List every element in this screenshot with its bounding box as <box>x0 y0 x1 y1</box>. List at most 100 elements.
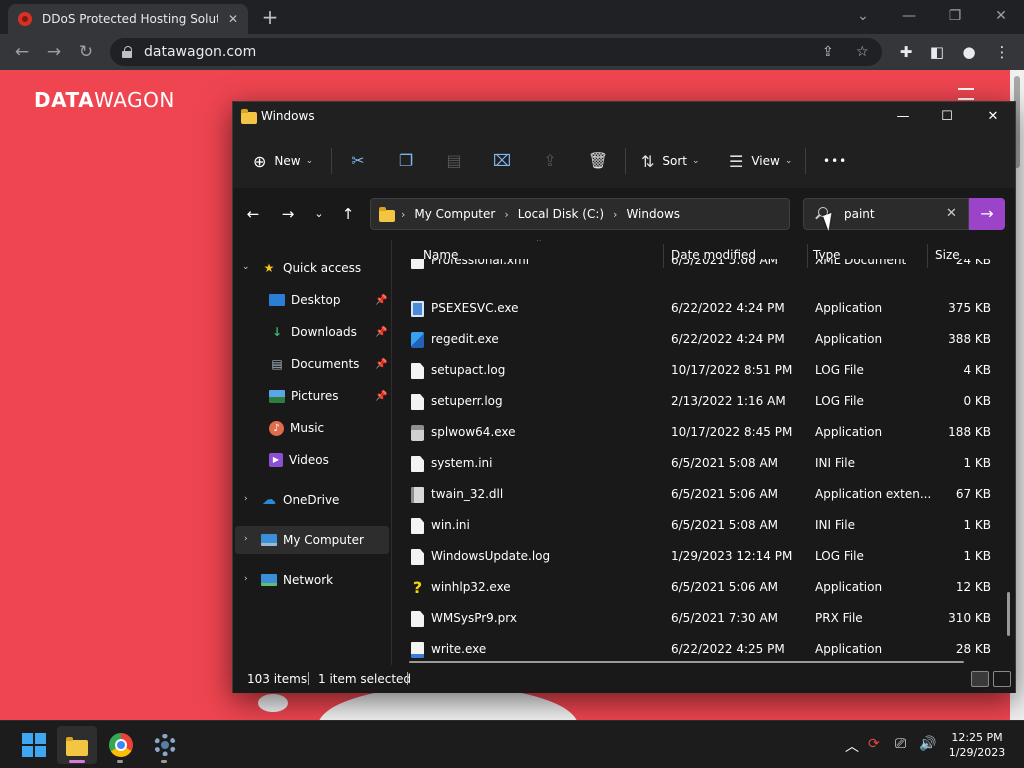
pane-divider[interactable] <box>391 240 392 665</box>
sidebar-item-videos[interactable]: ▶ Videos <box>233 446 389 474</box>
forward-arrow-icon[interactable]: → <box>278 205 298 223</box>
table-row[interactable]: setuperr.log 2/13/2022 1:16 AM LOG File 0 K… <box>403 386 1003 417</box>
sidebar-item-downloads[interactable]: ↓ Downloads 📌 <box>233 318 389 346</box>
recent-locations-chevron-icon[interactable]: ⌄ <box>309 205 329 223</box>
address-bar[interactable]: datawagon.com ⇪ ☆ <box>110 38 882 66</box>
start-button[interactable] <box>12 726 52 764</box>
profile-avatar-icon[interactable]: ● <box>960 43 978 61</box>
chevron-right-icon[interactable]: › <box>504 208 508 221</box>
site-logo[interactable]: DATAWAGON <box>34 88 175 112</box>
new-button[interactable]: ⊕ New ⌄ <box>253 150 313 172</box>
chevron-down-icon[interactable]: ⌄ <box>242 262 250 272</box>
up-arrow-icon[interactable]: ↑ <box>338 205 358 223</box>
sort-button[interactable]: ⇅ Sort ⌄ <box>641 150 700 172</box>
back-arrow-icon[interactable]: ← <box>243 205 263 223</box>
search-go-button[interactable]: → <box>969 198 1005 230</box>
chevron-right-icon[interactable]: › <box>244 574 248 584</box>
table-row[interactable]: WMSysPr9.prx 6/5/2021 7:30 AM PRX File 310 … <box>403 603 1003 634</box>
side-panel-icon[interactable]: ◧ <box>928 43 946 61</box>
copy-icon[interactable]: ❐ <box>395 150 417 172</box>
sidebar-item-pictures[interactable]: Pictures 📌 <box>233 382 389 410</box>
rename-icon[interactable]: ⌧ <box>491 150 513 172</box>
table-row[interactable]: splwow64.exe 10/17/2022 8:45 PM Applicatio… <box>403 417 1003 448</box>
new-tab-button[interactable]: + <box>258 5 282 29</box>
more-options-button[interactable]: ••• <box>823 150 847 172</box>
sidebar-item-desktop[interactable]: Desktop 📌 <box>233 286 389 314</box>
sort-label: Sort <box>662 154 688 168</box>
bookmark-star-icon[interactable]: ☆ <box>856 44 869 60</box>
lock-icon[interactable] <box>122 46 132 58</box>
browser-minimize-button[interactable]: — <box>886 4 932 28</box>
sync-status-icon[interactable]: ⟳ <box>868 736 880 752</box>
share-icon[interactable]: ⇪ <box>822 44 834 60</box>
chevron-right-icon[interactable]: › <box>244 534 248 544</box>
taskbar-chrome[interactable] <box>100 726 140 764</box>
file-date: 10/17/2022 8:45 PM <box>671 425 793 439</box>
horizontal-scrollbar-thumb[interactable] <box>409 661 964 663</box>
chevron-right-icon[interactable]: › <box>613 208 617 221</box>
table-row[interactable]: win.ini 6/5/2021 5:08 AM INI File 1 KB <box>403 510 1003 541</box>
browser-tab[interactable]: DDoS Protected Hosting Solution ✕ <box>8 4 248 34</box>
show-hidden-icons-chevron-icon[interactable]: ︿ <box>845 736 859 756</box>
table-row[interactable]: twain_32.dll 6/5/2021 5:06 AM Application … <box>403 479 1003 510</box>
sidebar-item-onedrive[interactable]: › ☁ OneDrive <box>233 486 389 514</box>
clear-search-icon[interactable]: ✕ <box>946 206 957 221</box>
tab-close-icon[interactable]: ✕ <box>228 12 238 26</box>
explorer-close-button[interactable]: ✕ <box>973 106 1013 128</box>
taskbar-settings[interactable] <box>144 726 184 764</box>
taskbar-file-explorer[interactable] <box>57 726 97 764</box>
sidebar-item-label: My Computer <box>283 533 364 547</box>
file-date: 6/22/2022 4:24 PM <box>671 332 785 346</box>
chevron-right-icon[interactable]: › <box>401 208 405 221</box>
file-type: LOG File <box>815 394 864 408</box>
share-icon[interactable]: ⇪ <box>539 150 561 172</box>
breadcrumb-local-disk[interactable]: Local Disk (C:) <box>518 207 604 221</box>
sidebar-item-quick-access[interactable]: ⌄ ★ Quick access <box>233 254 389 282</box>
explorer-minimize-button[interactable]: — <box>883 106 923 128</box>
table-row[interactable]: WindowsUpdate.log 1/29/2023 12:14 PM LOG F… <box>403 541 1003 572</box>
pin-icon[interactable]: 📌 <box>375 391 387 402</box>
table-row[interactable]: regedit.exe 6/22/2022 4:24 PM Application 3… <box>403 324 1003 355</box>
paste-icon[interactable]: ▤ <box>443 150 465 172</box>
breadcrumb-windows[interactable]: Windows <box>626 207 680 221</box>
large-icons-view-icon[interactable] <box>993 671 1011 687</box>
browser-restore-button[interactable]: ❐ <box>932 4 978 28</box>
sidebar-item-network[interactable]: › Network <box>233 566 389 594</box>
extensions-puzzle-icon[interactable]: ✚ <box>897 43 915 61</box>
view-button[interactable]: ☰ View ⌄ <box>729 150 792 172</box>
details-view-icon[interactable] <box>971 671 989 687</box>
browser-menu-icon[interactable]: ⋮ <box>993 43 1011 61</box>
table-row[interactable]: system.ini 6/5/2021 5:08 AM INI File 1 KB <box>403 448 1003 479</box>
system-clock[interactable]: 12:25 PM 1/29/2023 <box>944 730 1010 760</box>
pin-icon[interactable]: 📌 <box>375 327 387 338</box>
table-row[interactable]: ? winhlp32.exe 6/5/2021 5:06 AM Application… <box>403 572 1003 603</box>
file-type: LOG File <box>815 363 864 377</box>
breadcrumb-my-computer[interactable]: My Computer <box>414 207 495 221</box>
file-type: Application <box>815 301 883 315</box>
sidebar-item-documents[interactable]: ▤ Documents 📌 <box>233 350 389 378</box>
chevron-right-icon[interactable]: › <box>244 494 248 504</box>
delete-trash-icon[interactable]: 🗑 <box>587 150 609 172</box>
network-monitor-icon[interactable]: ⎚ <box>895 736 906 752</box>
back-arrow-icon[interactable]: ← <box>9 39 35 65</box>
explorer-maximize-button[interactable]: ☐ <box>927 106 967 128</box>
browser-close-button[interactable]: ✕ <box>978 4 1024 28</box>
explorer-titlebar[interactable]: Windows — ☐ ✕ <box>233 102 1015 132</box>
volume-speaker-icon[interactable]: 🔊 <box>919 736 936 752</box>
breadcrumb[interactable]: › My Computer › Local Disk (C:) › Window… <box>370 198 913 230</box>
forward-arrow-icon[interactable]: → <box>41 39 67 65</box>
list-scrollbar-thumb[interactable] <box>1007 592 1010 636</box>
reload-icon[interactable]: ↻ <box>73 39 99 65</box>
site-menu-icon[interactable] <box>958 88 974 100</box>
sidebar-item-my-computer[interactable]: › My Computer <box>235 526 389 554</box>
window-title: Windows <box>261 109 315 123</box>
sidebar-item-music[interactable]: ♪ Music <box>233 414 389 442</box>
file-date: 10/17/2022 8:51 PM <box>671 363 793 377</box>
pin-icon[interactable]: 📌 <box>375 295 387 306</box>
file-size: 0 KB <box>963 394 991 408</box>
pin-icon[interactable]: 📌 <box>375 359 387 370</box>
table-row[interactable]: setupact.log 10/17/2022 8:51 PM LOG File 4 … <box>403 355 1003 386</box>
tab-search-icon[interactable]: ⌄ <box>840 4 886 28</box>
table-row[interactable]: PSEXESVC.exe 6/22/2022 4:24 PM Application… <box>403 293 1003 324</box>
cut-icon[interactable]: ✂ <box>347 150 369 172</box>
